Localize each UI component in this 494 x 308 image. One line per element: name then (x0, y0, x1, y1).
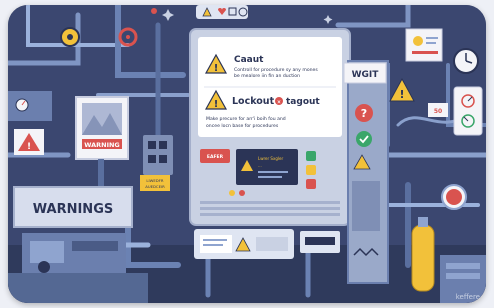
svg-text:!: ! (399, 88, 404, 101)
green-check-icon (356, 131, 372, 147)
svg-text:×: × (277, 100, 281, 106)
watermark: keffere (456, 293, 480, 301)
main-control-panel: ! Caaut Controll for procedure sy any mo… (189, 28, 351, 226)
right-gauge-panel (453, 86, 483, 136)
right-sign-label: WGIT (352, 70, 380, 80)
warnings-box: WARNINGS (13, 186, 133, 228)
green-button (306, 151, 316, 161)
svg-text:!: ! (27, 142, 31, 152)
valve-knob (151, 8, 157, 14)
small-warning-tag: LIWEDFR AUEDCEIR (140, 175, 170, 191)
socket-panel (143, 135, 173, 175)
caution-title: Caaut (234, 55, 264, 65)
small-tag-line-2: AUEDCEIR (145, 184, 165, 189)
left-small-triangle-sign: ! (14, 129, 44, 155)
screen-line-2: ... (258, 163, 262, 168)
right-cabinet: WGIT ? (343, 60, 389, 284)
top-icons (196, 5, 248, 19)
red-button (306, 179, 316, 189)
wall-clock (453, 48, 479, 74)
panel-vents (200, 201, 340, 216)
svg-text:!: ! (214, 99, 219, 110)
valve-wheel-left (60, 27, 80, 47)
emergency-button (441, 184, 467, 210)
red-label-text: EAFER (207, 154, 224, 160)
warnings-box-label: WARNINGS (33, 202, 113, 217)
svg-text:!: ! (214, 63, 219, 74)
small-tag-line-1: LIWEDFR (146, 178, 163, 183)
screen-line-1: Lwrer Sxgler (258, 156, 283, 161)
svg-text:?: ? (361, 107, 367, 120)
indicator-light (229, 190, 235, 196)
left-sign-label: WARNING (84, 141, 120, 149)
right-small-plaque: 50 (428, 103, 448, 117)
left-gauge (8, 91, 52, 121)
id-card (405, 28, 443, 62)
caution-text-2: be mealore iin fin an duction (234, 73, 300, 79)
right-small-label: 50 (434, 108, 442, 115)
caution-text-1: Controll for procedure sy any mones (234, 67, 318, 73)
tagout-title: tagout (286, 97, 320, 107)
lockout-text-1: Make precure for arr'i boih fou and (206, 116, 286, 122)
indicator-light-red (239, 190, 245, 196)
lockout-title: Lockout (232, 96, 275, 107)
machinery-scene: WARNING ! WARNINGS LIWEDFR AUEDCEIR ! Ca… (8, 5, 486, 303)
industrial-illustration: WARNING ! WARNINGS LIWEDFR AUEDCEIR ! Ca… (8, 5, 486, 303)
lockout-text-2: oncee locn base for procedures (206, 123, 279, 129)
yellow-button (306, 165, 316, 175)
gas-cylinder (411, 217, 435, 292)
